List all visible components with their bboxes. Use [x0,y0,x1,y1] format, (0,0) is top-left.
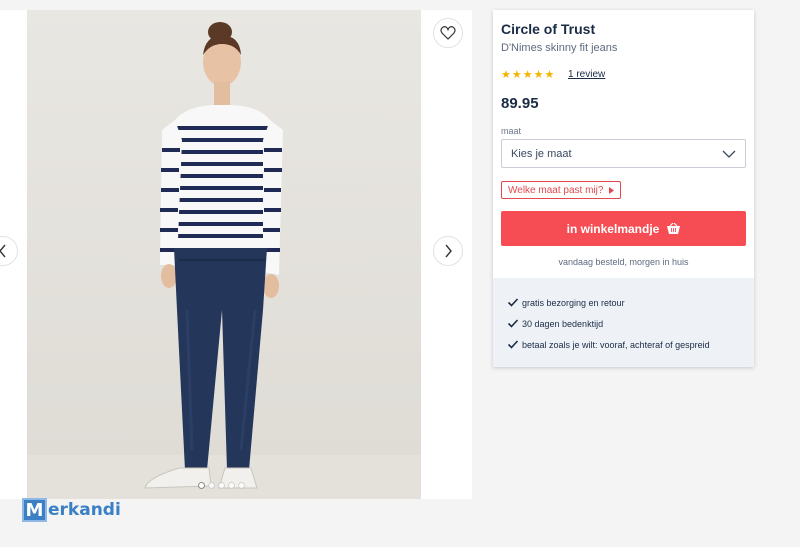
star-icon: ★ [501,69,511,81]
gallery-dot[interactable] [238,482,245,489]
usp-item: 30 dagen bedenktijd [505,313,754,334]
product-brand[interactable]: Circle of Trust [501,21,595,37]
product-gallery [0,10,472,499]
chevron-down-icon [722,150,736,158]
product-illustration [27,22,421,499]
gallery-dot[interactable] [228,482,235,489]
size-select-value: Kies je maat [511,147,572,160]
watermark-initial: M [22,498,47,522]
merkandi-watermark: M erkandi [22,498,121,522]
size-help-label: Welke maat past mij? [508,184,604,196]
check-icon [507,298,519,307]
chevron-right-icon [445,244,452,258]
watermark-text: erkandi [48,500,121,520]
check-icon [507,319,519,328]
size-select[interactable]: Kies je maat [501,139,746,168]
usp-text: gratis bezorging en retour [522,297,625,308]
gallery-dot[interactable] [208,482,215,489]
usp-item: gratis bezorging en retour [505,292,754,313]
delivery-note: vandaag besteld, morgen in huis [558,257,689,267]
usp-list: gratis bezorging en retour 30 dagen bede… [493,278,754,367]
add-to-cart-label: in winkelmandje [566,221,660,236]
gallery-dot[interactable] [198,482,205,489]
product-info-card: Circle of Trust D'Nimes skinny fit jeans… [493,10,754,367]
review-link[interactable]: 1 review [568,69,605,80]
usp-item: betaal zoals je wilt: vooraf, achteraf o… [505,334,754,355]
rating-stars: ★ ★ ★ ★ ★ [501,68,554,81]
product-price: 89.95 [501,95,539,112]
star-icon: ★ [522,69,533,81]
add-to-cart-button[interactable]: in winkelmandje [501,211,746,246]
usp-text: betaal zoals je wilt: vooraf, achteraf o… [522,339,710,350]
favorite-button[interactable] [433,18,463,48]
caret-right-icon [609,186,615,194]
star-icon: ★ [533,69,544,81]
star-icon: ★ [511,69,522,81]
check-icon [507,340,519,349]
size-label: maat [501,126,522,136]
next-image-button[interactable] [433,236,463,266]
chevron-left-icon [0,244,6,258]
gallery-dot[interactable] [218,482,225,489]
product-photo[interactable] [27,10,421,499]
heart-icon [440,26,456,40]
usp-text: 30 dagen bedenktijd [522,318,604,329]
gallery-pagination [198,482,245,489]
star-icon: ★ [544,69,555,81]
product-name: D'Nimes skinny fit jeans [501,42,618,54]
basket-icon [667,223,681,234]
previous-image-button[interactable] [0,236,18,266]
size-help-link[interactable]: Welke maat past mij? [501,181,622,199]
